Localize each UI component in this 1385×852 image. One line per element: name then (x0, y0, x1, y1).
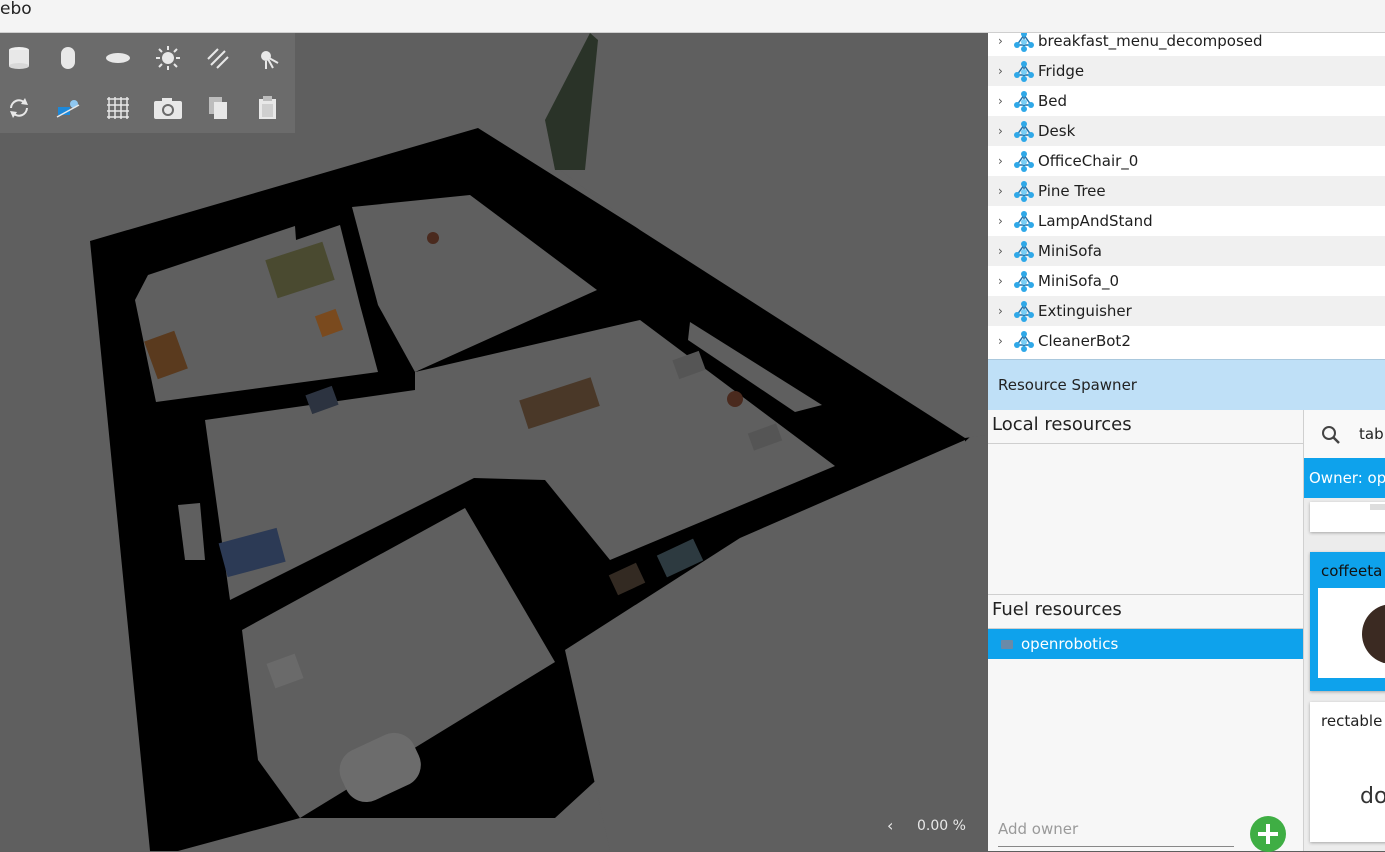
copy-icon[interactable] (201, 91, 235, 125)
scene-render (0, 33, 987, 851)
add-owner-input[interactable]: Add owner (998, 820, 1234, 847)
model-icon (1014, 271, 1034, 292)
chevron-right-icon[interactable]: › (998, 184, 1012, 198)
model-card-title: coffeeta (1321, 562, 1383, 580)
chevron-right-icon[interactable]: › (998, 334, 1012, 348)
sphere-icon[interactable] (101, 41, 135, 75)
model-card-rectable[interactable]: rectable dow (1310, 702, 1385, 842)
tree-item-label: Pine Tree (1038, 182, 1106, 200)
chevron-right-icon[interactable]: › (998, 304, 1012, 318)
tree-item-label: MiniSofa_0 (1038, 272, 1119, 290)
transform-control-icon[interactable] (51, 91, 85, 125)
chevron-right-icon[interactable]: › (998, 214, 1012, 228)
tree-item-label: Fridge (1038, 62, 1085, 80)
fuel-model-pane: tabl Owner: op coffeeta rectable dow (1304, 410, 1385, 851)
model-icon (1014, 33, 1034, 52)
tree-item-label: Desk (1038, 122, 1076, 140)
spot-light-icon[interactable] (251, 41, 285, 75)
add-owner-button[interactable] (1250, 816, 1286, 852)
folder-icon (1001, 639, 1013, 649)
tree-item-label: Bed (1038, 92, 1068, 110)
point-light-icon[interactable] (151, 41, 185, 75)
model-icon (1014, 121, 1034, 142)
resource-spawner-title: Resource Spawner (998, 376, 1137, 394)
tree-item-label: LampAndStand (1038, 212, 1153, 230)
tree-item[interactable]: › MiniSofa_0 (988, 266, 1385, 296)
box-icon[interactable] (2, 41, 36, 75)
tree-item[interactable]: › CleanerBot2 (988, 326, 1385, 356)
owner-label: Owner: op (1309, 469, 1385, 487)
model-icon (1014, 301, 1034, 322)
fuel-owner-label: openrobotics (1021, 635, 1119, 653)
tree-item-label: breakfast_menu_decomposed (1038, 33, 1263, 50)
tree-item[interactable]: › Bed (988, 86, 1385, 116)
thumbnail (1370, 504, 1385, 510)
tree-item-label: OfficeChair_0 (1038, 152, 1139, 170)
chevron-right-icon[interactable]: › (998, 64, 1012, 78)
model-thumbnail (1318, 588, 1385, 678)
zoom-readout: 0.00 % (917, 818, 966, 834)
download-button[interactable]: dow (1360, 784, 1385, 809)
paste-icon[interactable] (251, 91, 285, 125)
tree-item[interactable]: › Desk (988, 116, 1385, 146)
tree-item-label: CleanerBot2 (1038, 332, 1131, 350)
tree-item-label: MiniSofa (1038, 242, 1102, 260)
scene-viewport[interactable]: ‹ 0.00 % (0, 33, 987, 851)
model-icon (1014, 61, 1034, 82)
model-card-title: rectable (1321, 712, 1383, 730)
divider (988, 443, 1303, 444)
tree-item[interactable]: › Extinguisher (988, 296, 1385, 326)
chevron-right-icon[interactable]: › (998, 244, 1012, 258)
tree-item[interactable]: › breakfast_menu_decomposed (988, 33, 1385, 56)
window-title: ebo (0, 0, 32, 19)
tree-item[interactable]: › Pine Tree (988, 176, 1385, 206)
model-icon (1014, 181, 1034, 202)
model-card-partial[interactable] (1310, 502, 1385, 532)
resource-spawner-header: Resource Spawner (988, 359, 1385, 410)
local-resources-title: Local resources (992, 414, 1132, 435)
tree-item[interactable]: › LampAndStand (988, 206, 1385, 236)
model-icon (1014, 241, 1034, 262)
fuel-owner-item[interactable]: openrobotics (988, 629, 1303, 659)
entity-tree: › breakfast_menu_decomposed › Fridge › Bed › De… (988, 33, 1385, 359)
grid-icon[interactable] (101, 91, 135, 125)
directional-light-icon[interactable] (201, 41, 235, 75)
model-icon (1014, 91, 1034, 112)
tree-item[interactable]: › Fridge (988, 56, 1385, 86)
cylinder-icon[interactable] (51, 41, 85, 75)
scene-toolbar (0, 33, 295, 133)
screenshot-icon[interactable] (151, 91, 185, 125)
resource-sources-pane: Local resources Fuel resources openrobot… (988, 410, 1304, 852)
chevron-left-icon[interactable]: ‹ (887, 816, 893, 835)
chevron-right-icon[interactable]: › (998, 34, 1012, 48)
model-icon (1014, 151, 1034, 172)
chevron-right-icon[interactable]: › (998, 124, 1012, 138)
search-icon (1322, 426, 1340, 444)
tree-item[interactable]: › OfficeChair_0 (988, 146, 1385, 176)
title-bar: ebo (0, 0, 1385, 33)
tree-item-label: Extinguisher (1038, 302, 1132, 320)
model-icon (1014, 331, 1034, 352)
owner-filter-bar: Owner: op (1304, 458, 1385, 498)
model-card-coffeetable[interactable]: coffeeta (1310, 552, 1385, 691)
chevron-right-icon[interactable]: › (998, 274, 1012, 288)
tree-item[interactable]: › MiniSofa (988, 236, 1385, 266)
model-icon (1014, 211, 1034, 232)
reset-view-icon[interactable] (2, 91, 36, 125)
chevron-right-icon[interactable]: › (998, 154, 1012, 168)
divider (988, 594, 1303, 595)
chevron-right-icon[interactable]: › (998, 94, 1012, 108)
search-input[interactable]: tabl (1359, 425, 1385, 443)
plus-icon (1258, 824, 1278, 844)
search-bar[interactable]: tabl (1304, 410, 1385, 458)
fuel-resources-title: Fuel resources (992, 599, 1122, 620)
